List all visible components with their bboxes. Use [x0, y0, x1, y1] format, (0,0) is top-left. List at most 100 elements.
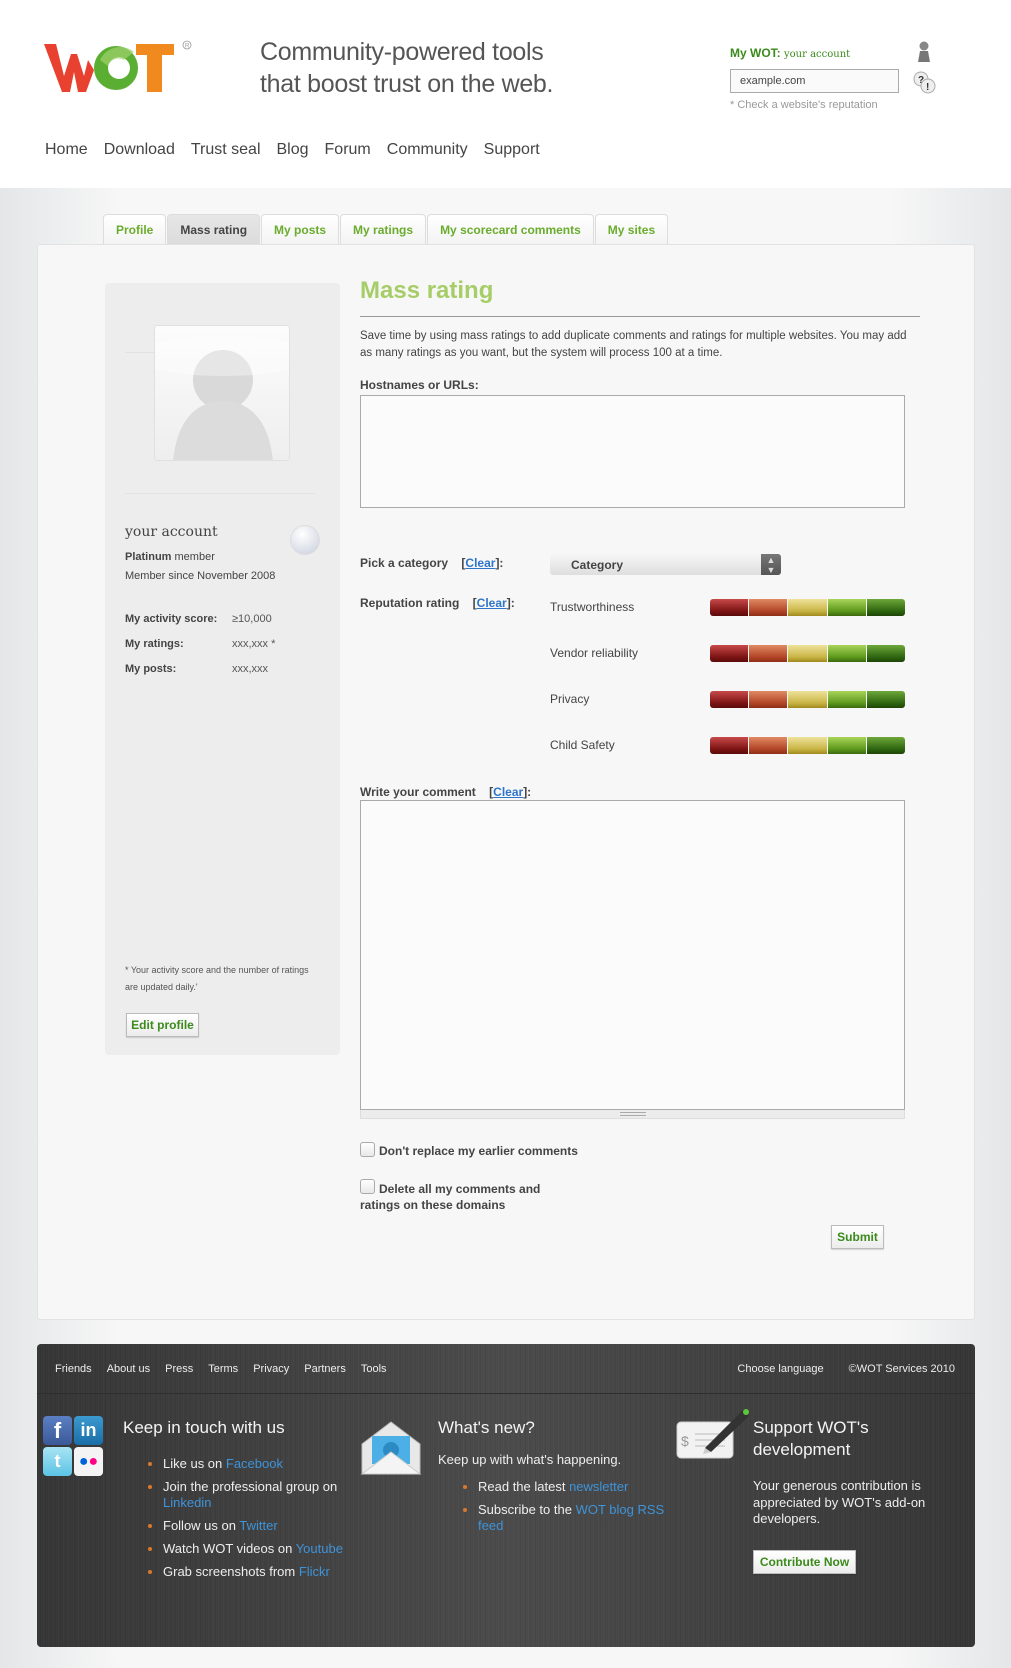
comment-textarea[interactable]	[360, 800, 905, 1110]
footer-link-friends[interactable]: Friends	[55, 1363, 92, 1375]
footer-link-privacy[interactable]: Privacy	[253, 1363, 289, 1375]
choose-language-link[interactable]: Choose language	[737, 1363, 823, 1375]
tab-my-scorecard-comments[interactable]: My scorecard comments	[427, 214, 594, 244]
svg-text:!: !	[926, 82, 929, 93]
activity-footnote: * Your activity score and the number of …	[125, 965, 309, 992]
rating-very-poor[interactable]	[710, 737, 749, 754]
dont-replace-label[interactable]: Don't replace my earlier comments	[379, 1143, 578, 1159]
rating-unsatisfactory[interactable]	[788, 645, 827, 662]
donate-check-pen-icon: $	[676, 1409, 749, 1459]
support-text: Your generous contribution is appreciate…	[753, 1478, 926, 1526]
svg-text:R: R	[185, 44, 190, 50]
newsletter-link[interactable]: newsletter	[569, 1479, 628, 1494]
hostnames-textarea[interactable]	[360, 395, 905, 508]
rating-very-poor[interactable]	[710, 645, 749, 662]
submit-button[interactable]: Submit	[831, 1225, 884, 1249]
rating-good[interactable]	[827, 645, 866, 662]
footer-link-about-us[interactable]: About us	[107, 1363, 150, 1375]
dont-replace-checkbox[interactable]	[360, 1142, 375, 1157]
list-item-text: Subscribe to the	[478, 1502, 576, 1517]
list-item-text: Like us on	[163, 1456, 226, 1471]
nav-home[interactable]: Home	[45, 141, 88, 159]
mywot-account-link[interactable]: your account	[784, 49, 850, 60]
list-item-text: Follow us on	[163, 1518, 240, 1533]
nav-download[interactable]: Download	[104, 141, 175, 159]
mywot-label: My WOT: your account	[730, 46, 850, 60]
category-label: Pick a category [Clear]:	[360, 556, 504, 570]
list-item: Join the professional group on Linkedin	[148, 1479, 363, 1511]
nav-trust-seal[interactable]: Trust seal	[191, 141, 261, 159]
rating-name-child-safety: Child Safety	[550, 738, 615, 752]
rating-unsatisfactory[interactable]	[788, 691, 827, 708]
facebook-icon[interactable]: f	[43, 1416, 72, 1445]
support-title-line-2: development	[753, 1440, 851, 1459]
rating-bar-vendor-reliability[interactable]	[710, 645, 906, 662]
list-item: Read the latest newsletter	[463, 1479, 678, 1495]
facebook-link[interactable]: Facebook	[226, 1456, 283, 1471]
clear-category-link[interactable]: Clear	[465, 556, 495, 570]
youtube-link[interactable]: Youtube	[296, 1541, 343, 1556]
footer-link-tools[interactable]: Tools	[361, 1363, 387, 1375]
tab-my-sites[interactable]: My sites	[594, 214, 669, 244]
flickr-icon[interactable]: ●●	[74, 1447, 103, 1476]
nav-support[interactable]: Support	[484, 141, 540, 159]
account-name: your account	[125, 524, 218, 540]
footer-link-press[interactable]: Press	[165, 1363, 193, 1375]
footer-link-terms[interactable]: Terms	[208, 1363, 238, 1375]
clear-comment-link[interactable]: Clear	[493, 785, 523, 799]
clear-reputation-link[interactable]: Clear	[477, 596, 507, 610]
rating-poor[interactable]	[749, 691, 788, 708]
rating-good[interactable]	[827, 737, 866, 754]
nav-forum[interactable]: Forum	[325, 141, 371, 159]
support-title-line-1: Support WOT's	[753, 1418, 869, 1437]
rating-very-poor[interactable]	[710, 691, 749, 708]
delete-comments-label[interactable]: Delete all my comments and	[379, 1181, 540, 1197]
membership-level: Platinum member	[125, 551, 215, 563]
help-bubbles-icon[interactable]: ? !	[912, 70, 936, 96]
rating-bar-trustworthiness[interactable]	[710, 599, 906, 616]
tab-my-posts[interactable]: My posts	[261, 214, 340, 244]
rating-bar-privacy[interactable]	[710, 691, 906, 708]
footer-link-partners[interactable]: Partners	[304, 1363, 346, 1375]
rating-excellent[interactable]	[866, 645, 906, 662]
list-item: Watch WOT videos on Youtube	[148, 1541, 363, 1557]
rating-excellent[interactable]	[866, 599, 906, 616]
rating-poor[interactable]	[749, 645, 788, 662]
member-since: Member since November 2008	[125, 570, 276, 582]
keep-in-touch-list: Like us on Facebook Join the professiona…	[148, 1456, 363, 1587]
textarea-resize-handle[interactable]	[360, 1110, 905, 1119]
rating-bar-child-safety[interactable]	[710, 737, 906, 754]
user-icon[interactable]	[914, 40, 934, 64]
mywot-title: My WOT:	[730, 46, 781, 60]
nav-community[interactable]: Community	[387, 141, 468, 159]
linkedin-icon[interactable]: in	[74, 1416, 103, 1445]
rating-very-poor[interactable]	[710, 599, 749, 616]
rating-excellent[interactable]	[866, 737, 906, 754]
rating-poor[interactable]	[749, 599, 788, 616]
tab-mass-rating[interactable]: Mass rating	[167, 214, 261, 244]
twitter-link[interactable]: Twitter	[239, 1518, 277, 1533]
rating-unsatisfactory[interactable]	[788, 599, 827, 616]
edit-profile-button[interactable]: Edit profile	[126, 1013, 199, 1037]
check-reputation-note: * Check a website's reputation	[730, 99, 878, 111]
flickr-link[interactable]: Flickr	[299, 1564, 330, 1579]
rating-unsatisfactory[interactable]	[788, 737, 827, 754]
site-footer: Friends About us Press Terms Privacy Par…	[37, 1344, 975, 1647]
rating-excellent[interactable]	[866, 691, 906, 708]
site-reputation-input[interactable]	[730, 69, 899, 93]
rating-good[interactable]	[827, 599, 866, 616]
whats-new-title: What's new?	[438, 1418, 535, 1437]
tab-profile[interactable]: Profile	[103, 214, 167, 244]
list-item-text: Watch WOT videos on	[163, 1541, 296, 1556]
twitter-icon[interactable]: t	[43, 1447, 72, 1476]
contribute-now-button[interactable]: Contribute Now	[753, 1550, 856, 1574]
delete-comments-checkbox[interactable]	[360, 1179, 375, 1194]
rating-poor[interactable]	[749, 737, 788, 754]
category-select[interactable]: Category ▲ ▼	[550, 554, 781, 575]
ratings-count-value: xxx,xxx *	[232, 638, 276, 650]
wot-logo[interactable]: R	[44, 40, 204, 96]
nav-blog[interactable]: Blog	[277, 141, 309, 159]
rating-good[interactable]	[827, 691, 866, 708]
tab-my-ratings[interactable]: My ratings	[340, 214, 427, 244]
linkedin-link[interactable]: Linkedin	[163, 1495, 211, 1510]
